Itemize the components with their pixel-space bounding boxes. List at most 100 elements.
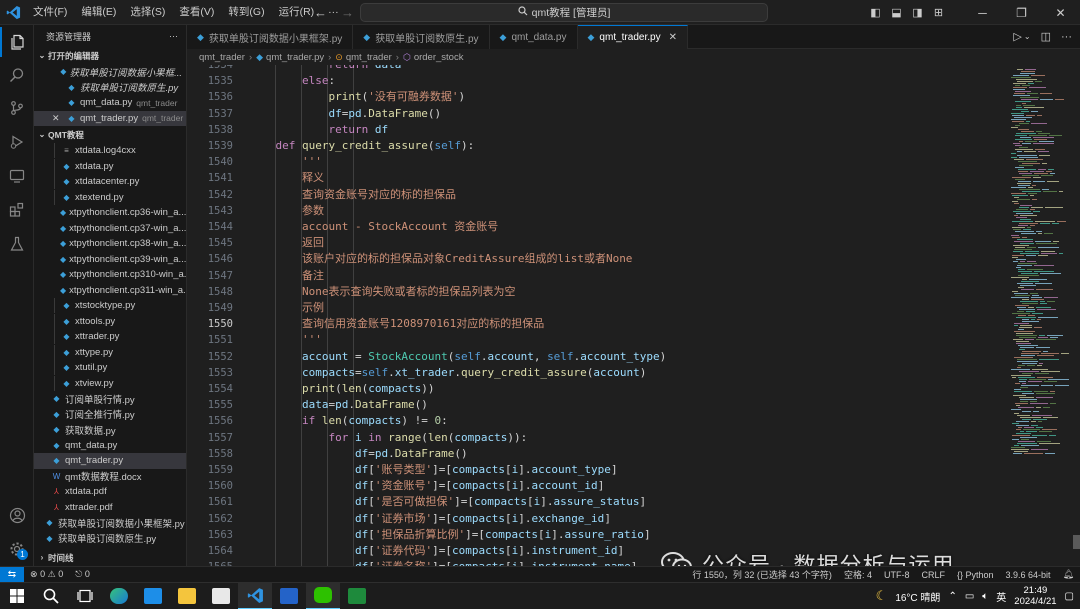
close-editor-icon[interactable]: ✕ <box>52 113 66 124</box>
file-tree-item[interactable]: ◆ xtpythonclient.cp36-win_a... <box>34 205 186 221</box>
editor-tab[interactable]: ◆ 获取单股订阅数原生.py <box>353 25 490 49</box>
file-tree-item[interactable]: ◆ xtdatacenter.py <box>34 174 186 190</box>
mail-icon[interactable] <box>136 583 170 609</box>
code-line[interactable]: account - StockAccount 资金账号 account - St… <box>249 219 498 235</box>
file-tree-item[interactable]: Wqmt数据教程.docx <box>34 469 186 485</box>
notifications-bell-icon[interactable]: 🔔︎ <box>1057 569 1080 580</box>
run-and-debug-icon[interactable] <box>0 127 34 157</box>
file-tree-item[interactable]: ◆ xtpythonclient.cp37-win_a... <box>34 221 186 237</box>
edge-browser-icon[interactable] <box>102 583 136 609</box>
code-line[interactable]: df['担保品折算比例']=[compacts[i].assure_ratio]… <box>249 527 651 543</box>
code-line[interactable]: print(len(compacts)) print(len(compacts)… <box>249 381 434 397</box>
code-line[interactable]: else: else: <box>249 73 335 89</box>
open-editor-item[interactable]: ◆ 获取单股订阅数据小果框... <box>34 64 186 80</box>
code-line[interactable]: 该账户对应的标的担保品对象CreditAssure组成的list或者None 该… <box>249 251 632 267</box>
file-tree-item[interactable]: ◆ xttype.py <box>34 344 186 361</box>
code-line[interactable]: return df return df <box>249 122 388 138</box>
vertical-scrollbar[interactable] <box>1073 65 1080 566</box>
store-icon[interactable] <box>204 583 238 609</box>
vscode-taskbar-icon[interactable] <box>238 582 272 609</box>
menu-item[interactable]: 查看(V) <box>172 0 221 25</box>
python-interpreter[interactable]: 3.9.6 64-bit <box>1000 570 1057 580</box>
taskbar-search-icon[interactable] <box>34 583 68 609</box>
breadcrumb-item[interactable]: qmt_trader <box>199 52 245 63</box>
code-editor[interactable]: 1534 1535 1536 1537 1538 1539 1540 1541 1542 1543… <box>187 65 1080 566</box>
run-dropdown-chevron-icon[interactable]: ⌄ <box>1024 32 1031 41</box>
menu-item[interactable]: 编辑(E) <box>74 0 123 25</box>
file-tree-item[interactable]: ◆ xtutil.py <box>34 360 186 376</box>
back-arrow-icon[interactable]: ← <box>314 5 327 20</box>
menu-item[interactable]: 选择(S) <box>123 0 172 25</box>
code-line[interactable]: df['证券代码']=[compacts[i].instrument_id] d… <box>249 543 624 559</box>
code-line[interactable]: account = StockAccount(self.account, sel… <box>249 349 666 365</box>
file-tree-item[interactable]: ≡ xtdata.log4cxx <box>34 143 186 159</box>
project-section[interactable]: ⌄ QMT教程 <box>34 126 186 143</box>
ime-indicator[interactable]: 英 <box>996 589 1006 604</box>
more-actions-icon[interactable]: ··· <box>169 31 178 41</box>
restore-button[interactable]: ❐ <box>1002 6 1041 20</box>
code-line[interactable]: ''' ''' <box>249 332 322 348</box>
open-editor-item[interactable]: ◆ 获取单股订阅数原生.py <box>34 80 186 96</box>
open-editor-item[interactable]: ✕ ◆ qmt_trader.py qmt_trader <box>34 110 186 126</box>
breadcrumb-item[interactable]: qmt_trader.py <box>266 52 324 63</box>
remote-indicator-icon[interactable]: ⇆ <box>0 566 24 583</box>
file-tree-item[interactable]: ◆ xttools.py <box>34 313 186 330</box>
source-control-icon[interactable] <box>0 93 34 123</box>
menu-item[interactable]: 转到(G) <box>221 0 271 25</box>
close-window-button[interactable]: ✕ <box>1041 6 1080 20</box>
code-line[interactable]: 释义 释义 <box>249 170 324 186</box>
end-of-line[interactable]: CRLF <box>915 570 951 580</box>
file-tree-item[interactable]: ◆ 获取单股订阅数原生.py <box>34 531 186 547</box>
code-line[interactable]: for i in range(len(compacts)): for i in … <box>249 430 527 446</box>
code-line[interactable]: df['证券市场']=[compacts[i].exchange_id] df[… <box>249 511 611 527</box>
accounts-icon[interactable] <box>0 500 34 530</box>
code-line[interactable]: if len(compacts) != 0: if len(compacts) … <box>249 413 448 429</box>
file-tree-item[interactable]: ◆ 获取数据.py <box>34 422 186 438</box>
code-line[interactable]: return data return data <box>249 65 401 73</box>
code-line[interactable]: df=pd.DataFrame() df=pd.DataFrame() <box>249 446 468 462</box>
file-tree-item[interactable]: ◆ xtpythonclient.cp39-win_a... <box>34 252 186 268</box>
toggle-primary-sidebar-icon[interactable]: ◧ <box>865 6 886 19</box>
testing-flask-icon[interactable] <box>0 229 34 259</box>
file-tree-item[interactable]: ◆ qmt_trader.py <box>34 453 186 469</box>
remote-explorer-icon[interactable] <box>0 161 34 191</box>
qmt-app-icon[interactable] <box>272 583 306 609</box>
file-tree-item[interactable]: ◆ 订阅全推行情.py <box>34 407 186 423</box>
file-explorer-icon[interactable] <box>170 583 204 609</box>
tray-expand-chevron-icon[interactable]: ⌃ <box>948 591 956 602</box>
file-tree-item[interactable]: ◆ xtview.py <box>34 375 186 392</box>
code-line[interactable]: ''' ''' <box>249 154 322 170</box>
cursor-position[interactable]: 行 1550，列 32 (已选择 43 个字符) <box>686 568 838 581</box>
code-line[interactable]: 备注 备注 <box>249 268 324 284</box>
split-editor-icon[interactable]: ◫ <box>1041 30 1051 43</box>
file-tree-item[interactable]: ◆ 订阅单股行情.py <box>34 391 186 407</box>
timeline-section[interactable]: › 时间线 <box>34 549 186 566</box>
forward-arrow-icon[interactable]: → <box>341 5 354 20</box>
open-editors-section[interactable]: ⌄ 打开的编辑器 <box>34 47 186 64</box>
explorer-icon[interactable] <box>0 27 34 57</box>
manage-gear-icon[interactable] <box>0 534 34 564</box>
code-line[interactable]: 示例 示例 <box>249 300 324 316</box>
run-python-file-icon[interactable]: ▷ <box>1013 30 1021 43</box>
extensions-icon[interactable] <box>0 195 34 225</box>
code-line[interactable]: 参数 参数 <box>249 203 324 219</box>
file-tree-item[interactable]: ◆ xtpythonclient.cp38-win_a... <box>34 236 186 252</box>
code-line[interactable]: df['是否可做担保']=[compacts[i].assure_status]… <box>249 494 646 510</box>
editor-tab[interactable]: ◆ qmt_trader.py ✕ <box>577 25 688 49</box>
code-line[interactable]: 查询信用资金账号1208970161对应的标的担保品 查询信用资金账号12089… <box>249 316 544 332</box>
language-mode[interactable]: {} Python <box>951 570 1000 580</box>
minimize-button[interactable]: ─ <box>963 6 1002 20</box>
problems-indicator[interactable]: ⊗ 0 ⚠ 0 <box>24 569 69 580</box>
file-tree-item[interactable]: ◆ xtpythonclient.cp311-win_a... <box>34 283 186 299</box>
breadcrumb-item[interactable]: order_stock <box>414 52 464 63</box>
code-line[interactable]: df['证券名称']=[compacts[i].instrument_name]… <box>249 559 637 566</box>
code-line[interactable]: def query_credit_assure(self): def query… <box>249 138 475 154</box>
clock[interactable]: 21:49 2024/4/21 <box>1014 585 1056 607</box>
weather-text[interactable]: 16°C 晴朗 <box>895 589 940 604</box>
file-tree-item[interactable]: ⅄ xtdata.pdf <box>34 484 186 500</box>
scrollbar-thumb[interactable] <box>1073 535 1080 549</box>
indentation[interactable]: 空格: 4 <box>838 568 878 581</box>
code-line[interactable]: df=pd.DataFrame() df=pd.DataFrame() <box>249 106 441 122</box>
file-tree-item[interactable]: ◆ 获取单股订阅数据小果框架.py <box>34 515 186 531</box>
network-icon[interactable]: ▭ <box>965 591 974 602</box>
